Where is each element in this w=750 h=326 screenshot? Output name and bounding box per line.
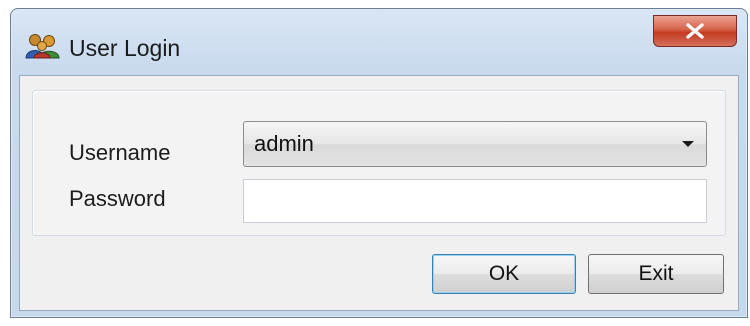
credentials-group: Username admin Password: [32, 90, 726, 236]
password-label: Password: [69, 186, 166, 211]
users-icon: [25, 33, 61, 59]
exit-button[interactable]: Exit: [588, 254, 724, 294]
dialog-body: Username admin Password OK Exit: [19, 75, 739, 311]
window-title: User Login: [69, 35, 181, 61]
close-icon: [686, 23, 704, 39]
login-dialog: User Login Username admin Password OK Ex…: [10, 8, 748, 318]
close-button[interactable]: [653, 15, 737, 47]
username-label: Username: [69, 140, 171, 165]
password-field[interactable]: [243, 179, 707, 223]
ok-button[interactable]: OK: [432, 254, 576, 294]
username-dropdown[interactable]: admin: [243, 121, 707, 167]
username-value: admin: [254, 131, 314, 156]
chevron-down-icon[interactable]: [682, 141, 694, 147]
title-bar[interactable]: User Login: [11, 9, 747, 75]
